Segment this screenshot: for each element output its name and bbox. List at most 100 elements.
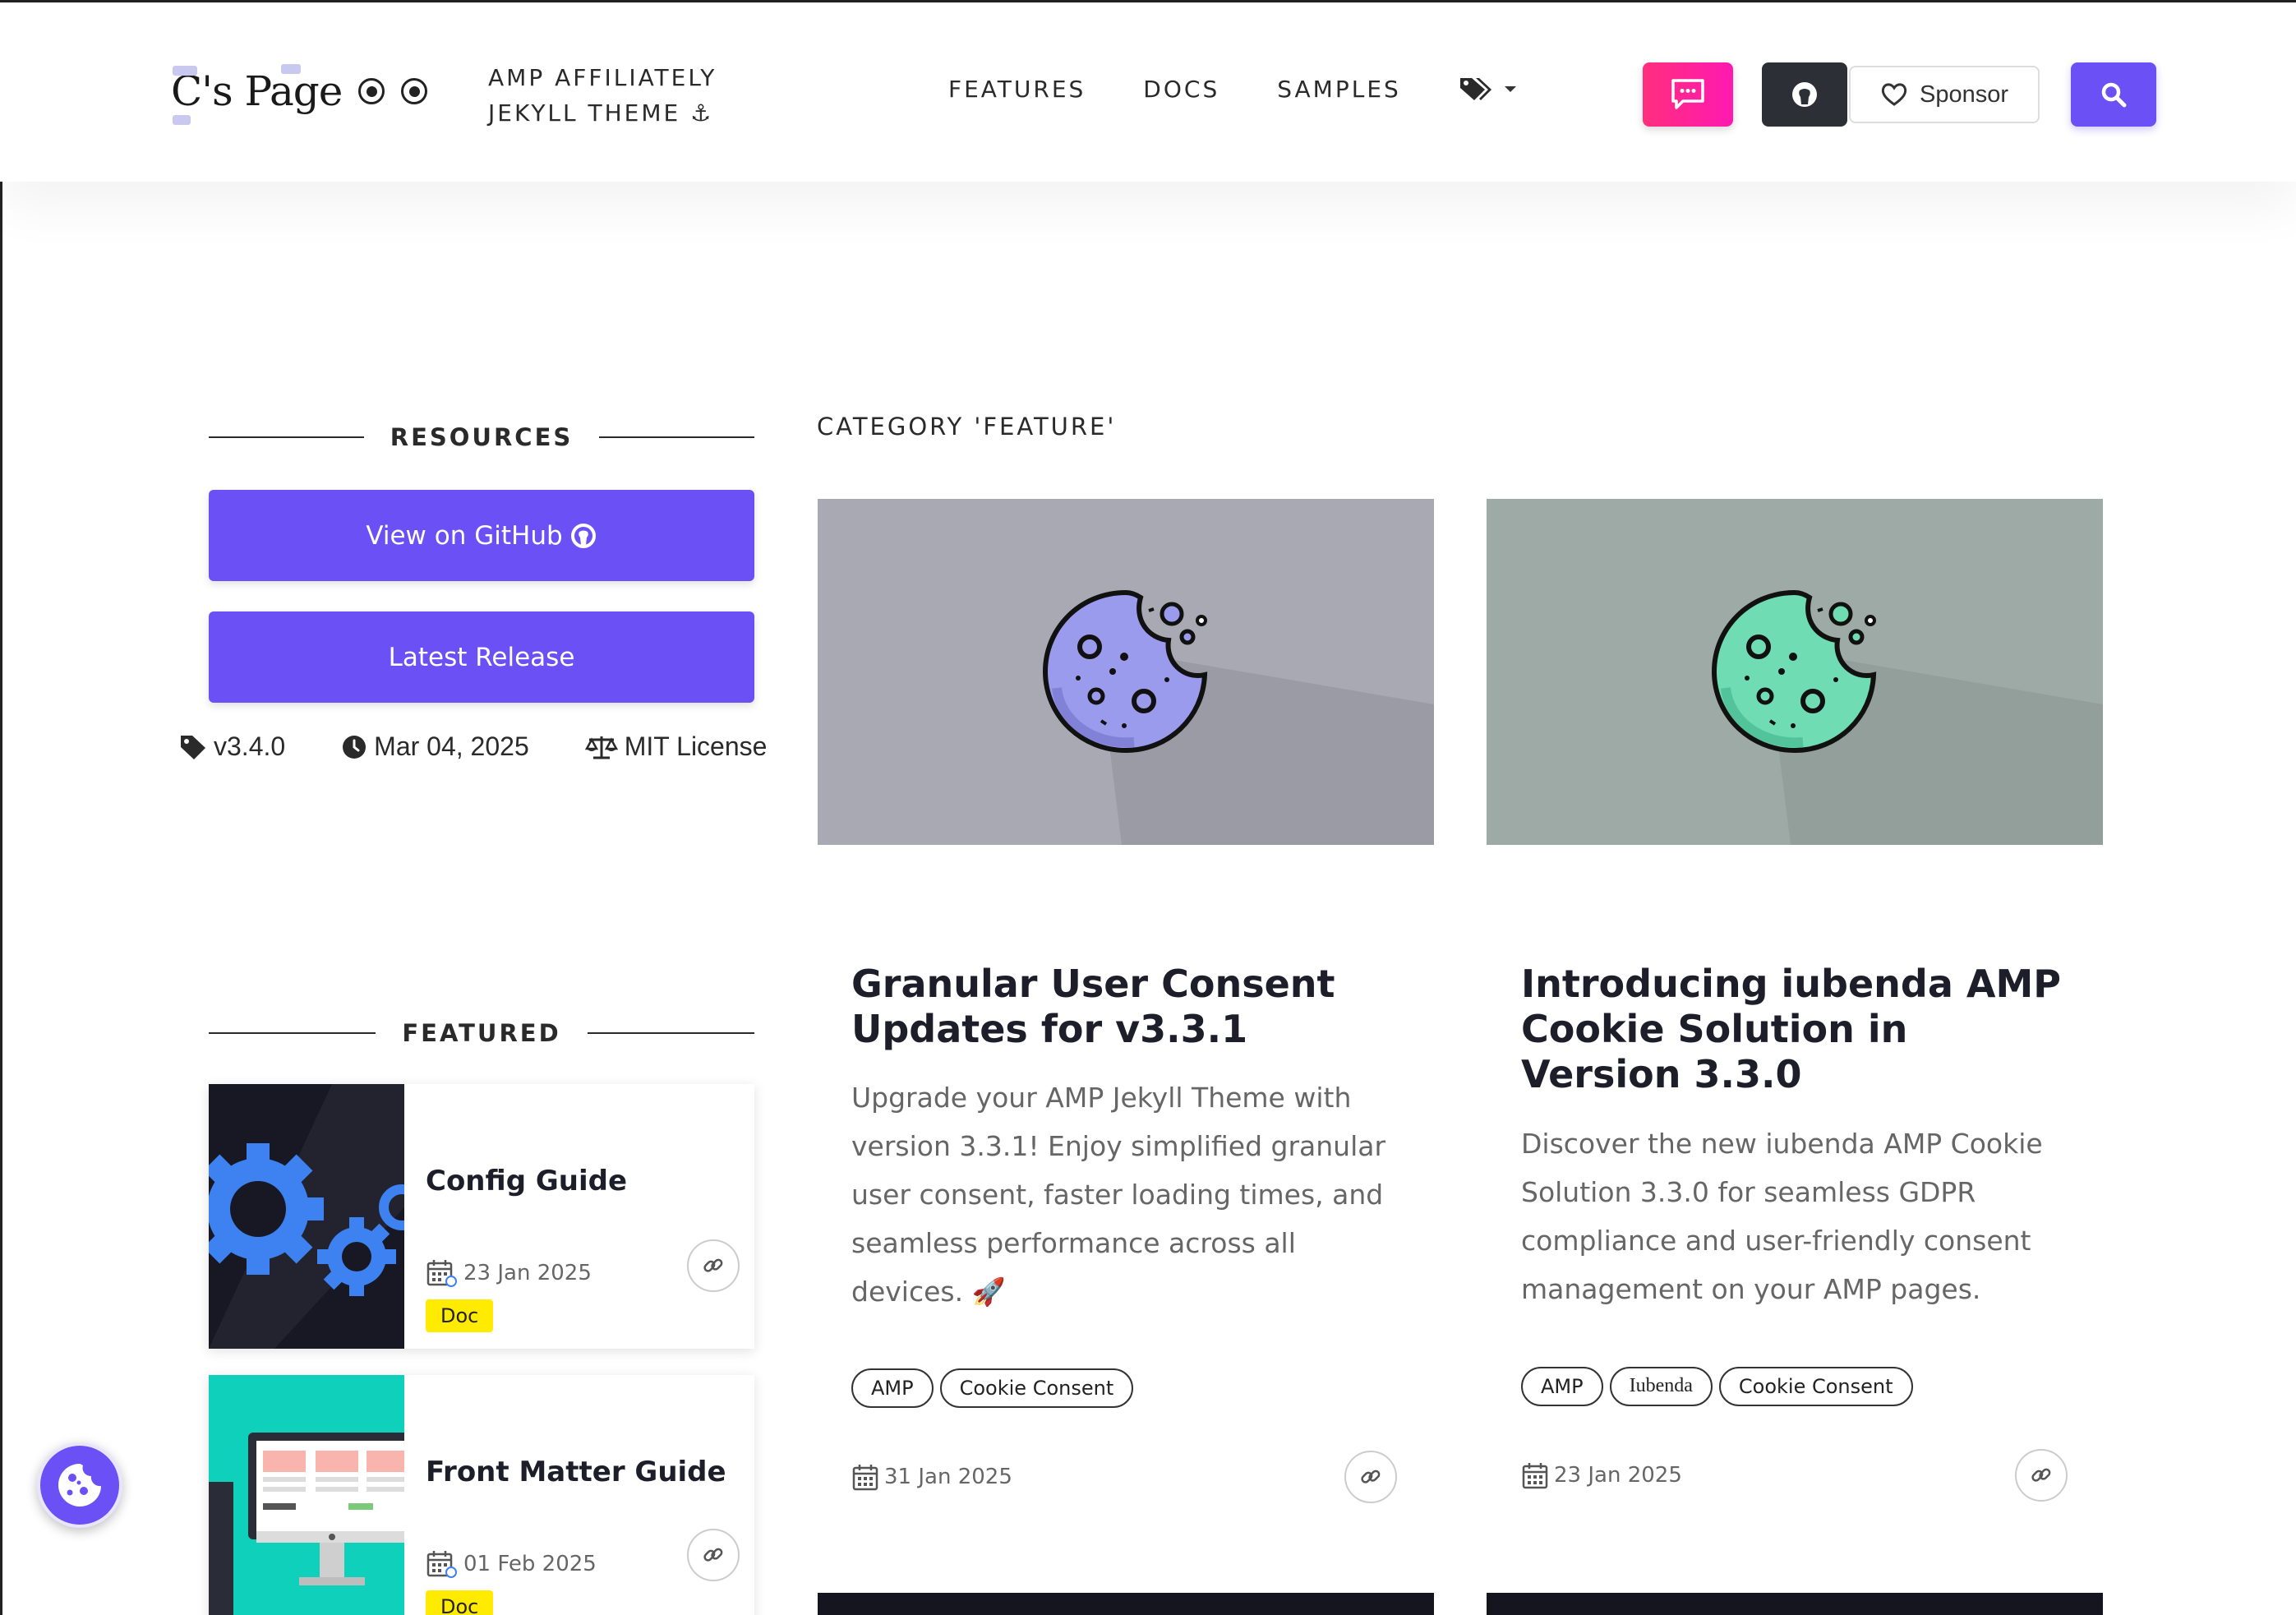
post-date-text: 31 Jan 2025 (884, 1465, 1012, 1489)
tag-icon (181, 735, 205, 759)
release-meta: v3.4.0 Mar 04, 2025 MIT License (179, 731, 767, 762)
featured-date-text: 23 Jan 2025 (463, 1261, 592, 1285)
release-date-info: Mar 04, 2025 (341, 731, 529, 762)
nav-features[interactable]: FEATURES (948, 76, 1086, 103)
version-info: v3.4.0 (179, 731, 285, 762)
logo-text: C's Page (171, 64, 343, 125)
post-excerpt: Discover the new iubenda AMP Cookie Solu… (1521, 1128, 2043, 1305)
tag-chip[interactable]: Iubenda (1609, 1367, 1713, 1406)
tagline-line: JEKYLL THEME ⚓ (488, 99, 714, 127)
balance-scale-icon (584, 736, 618, 759)
eye-icon (358, 78, 385, 104)
featured-card-title[interactable]: Front Matter Guide (426, 1456, 726, 1488)
post-title[interactable]: Introducing iubenda AMP Cookie Solution … (1521, 962, 2080, 1097)
sponsor-label: Sponsor (1919, 81, 2008, 108)
release-date-text: Mar 04, 2025 (374, 731, 529, 761)
resources-heading: RESOURCES (209, 423, 755, 451)
gears-icon (209, 1084, 404, 1349)
front-matter-guide-thumbnail (209, 1375, 404, 1615)
license-text: MIT License (624, 731, 768, 761)
featured-card-date: 23 Jan 2025 (426, 1258, 592, 1288)
logo-mark (173, 66, 197, 76)
featured-heading: FEATURED (209, 1019, 755, 1047)
tags-icon (1459, 78, 1491, 100)
nav-samples[interactable]: SAMPLES (1277, 76, 1401, 103)
post-image[interactable] (1487, 1593, 2103, 1615)
calendar-icon (426, 1260, 457, 1287)
github-button[interactable] (1762, 62, 1847, 127)
config-guide-thumbnail (209, 1084, 404, 1349)
divider (587, 1032, 755, 1034)
version-text: v3.4.0 (214, 731, 286, 761)
doc-badge[interactable]: Doc (426, 1590, 494, 1615)
github-icon (1792, 82, 1817, 107)
search-button[interactable] (2071, 62, 2156, 127)
chat-button[interactable] (1643, 62, 1733, 127)
cookie-settings-button[interactable] (37, 1442, 122, 1528)
permalink-button[interactable] (1344, 1451, 1397, 1503)
tagline-line: AMP AFFILIATELY (488, 64, 717, 91)
post-date: 23 Jan 2025 (1521, 1461, 1682, 1489)
tag-chip[interactable]: AMP (851, 1368, 934, 1408)
doc-badge[interactable]: Doc (426, 1299, 494, 1332)
divider (209, 1032, 376, 1034)
license-info: MIT License (584, 731, 768, 762)
category-title: CATEGORY 'FEATURE' (817, 413, 1117, 441)
search-icon (2101, 82, 2127, 108)
site-header: C's Page AMP AFFILIATELY JEKYLL THEME ⚓ … (0, 2, 2296, 182)
cookie-icon (58, 1464, 101, 1507)
nav-tags-dropdown[interactable] (1459, 75, 1516, 103)
chat-icon (1671, 79, 1704, 109)
window-frame-left (0, 0, 2, 1615)
tag-chip[interactable]: Cookie Consent (1718, 1367, 1913, 1406)
link-icon (703, 1258, 723, 1272)
post-image[interactable] (1487, 499, 2103, 845)
eye-icon (401, 78, 428, 104)
chevron-down-icon (1504, 85, 1516, 92)
github-button-label: View on GitHub (366, 520, 563, 551)
heart-icon (1881, 83, 1907, 106)
post-image[interactable] (818, 1593, 1434, 1615)
link-icon (1361, 1470, 1381, 1483)
logo-mark (281, 64, 301, 74)
logo-mark (173, 115, 191, 125)
cookie-illustration (1042, 589, 1434, 845)
latest-release-button[interactable]: Latest Release (209, 611, 754, 703)
permalink-button[interactable] (687, 1239, 740, 1292)
sponsor-button[interactable]: Sponsor (1849, 66, 2040, 123)
tag-chip[interactable]: Cookie Consent (939, 1368, 1134, 1408)
divider (599, 436, 755, 438)
featured-card-front-matter-guide[interactable]: Front Matter Guide 01 Feb 2025 Doc (209, 1375, 754, 1615)
monitor-icon (209, 1433, 404, 1615)
post-excerpt: Upgrade your AMP Jekyll Theme with versi… (851, 1082, 1386, 1308)
post-date-text: 23 Jan 2025 (1554, 1463, 1682, 1488)
permalink-button[interactable] (2015, 1449, 2068, 1502)
post-tags: AMP Cookie Consent (851, 1368, 1140, 1408)
release-button-label: Latest Release (388, 642, 575, 672)
link-icon (2031, 1468, 2051, 1482)
permalink-button[interactable] (687, 1529, 740, 1581)
post-date: 31 Jan 2025 (851, 1463, 1012, 1491)
featured-title: FEATURED (402, 1019, 561, 1047)
cookie-illustration (1711, 589, 2103, 845)
featured-date-text: 01 Feb 2025 (463, 1552, 597, 1576)
featured-card-config-guide[interactable]: Config Guide 23 Jan 2025 Doc (209, 1084, 754, 1349)
post-tags: AMP Iubenda Cookie Consent (1521, 1367, 1920, 1406)
post-title[interactable]: Granular User Consent Updates for v3.3.1 (851, 962, 1410, 1052)
post-image[interactable] (818, 499, 1434, 845)
resources-title: RESOURCES (390, 423, 574, 451)
site-logo[interactable]: C's Page (171, 58, 428, 125)
tag-chip[interactable]: AMP (1521, 1367, 1603, 1406)
featured-card-title[interactable]: Config Guide (426, 1165, 627, 1197)
view-on-github-button[interactable]: View on GitHub (209, 490, 754, 581)
nav-docs[interactable]: DOCS (1143, 76, 1219, 103)
main-nav: FEATURES DOCS SAMPLES (948, 75, 1516, 103)
calendar-icon (1522, 1463, 1548, 1489)
github-icon (570, 523, 596, 548)
link-icon (703, 1548, 723, 1562)
calendar-icon (426, 1551, 457, 1578)
clock-icon (343, 735, 367, 759)
featured-card-date: 01 Feb 2025 (426, 1549, 597, 1579)
calendar-icon (852, 1465, 878, 1491)
divider (209, 436, 364, 438)
